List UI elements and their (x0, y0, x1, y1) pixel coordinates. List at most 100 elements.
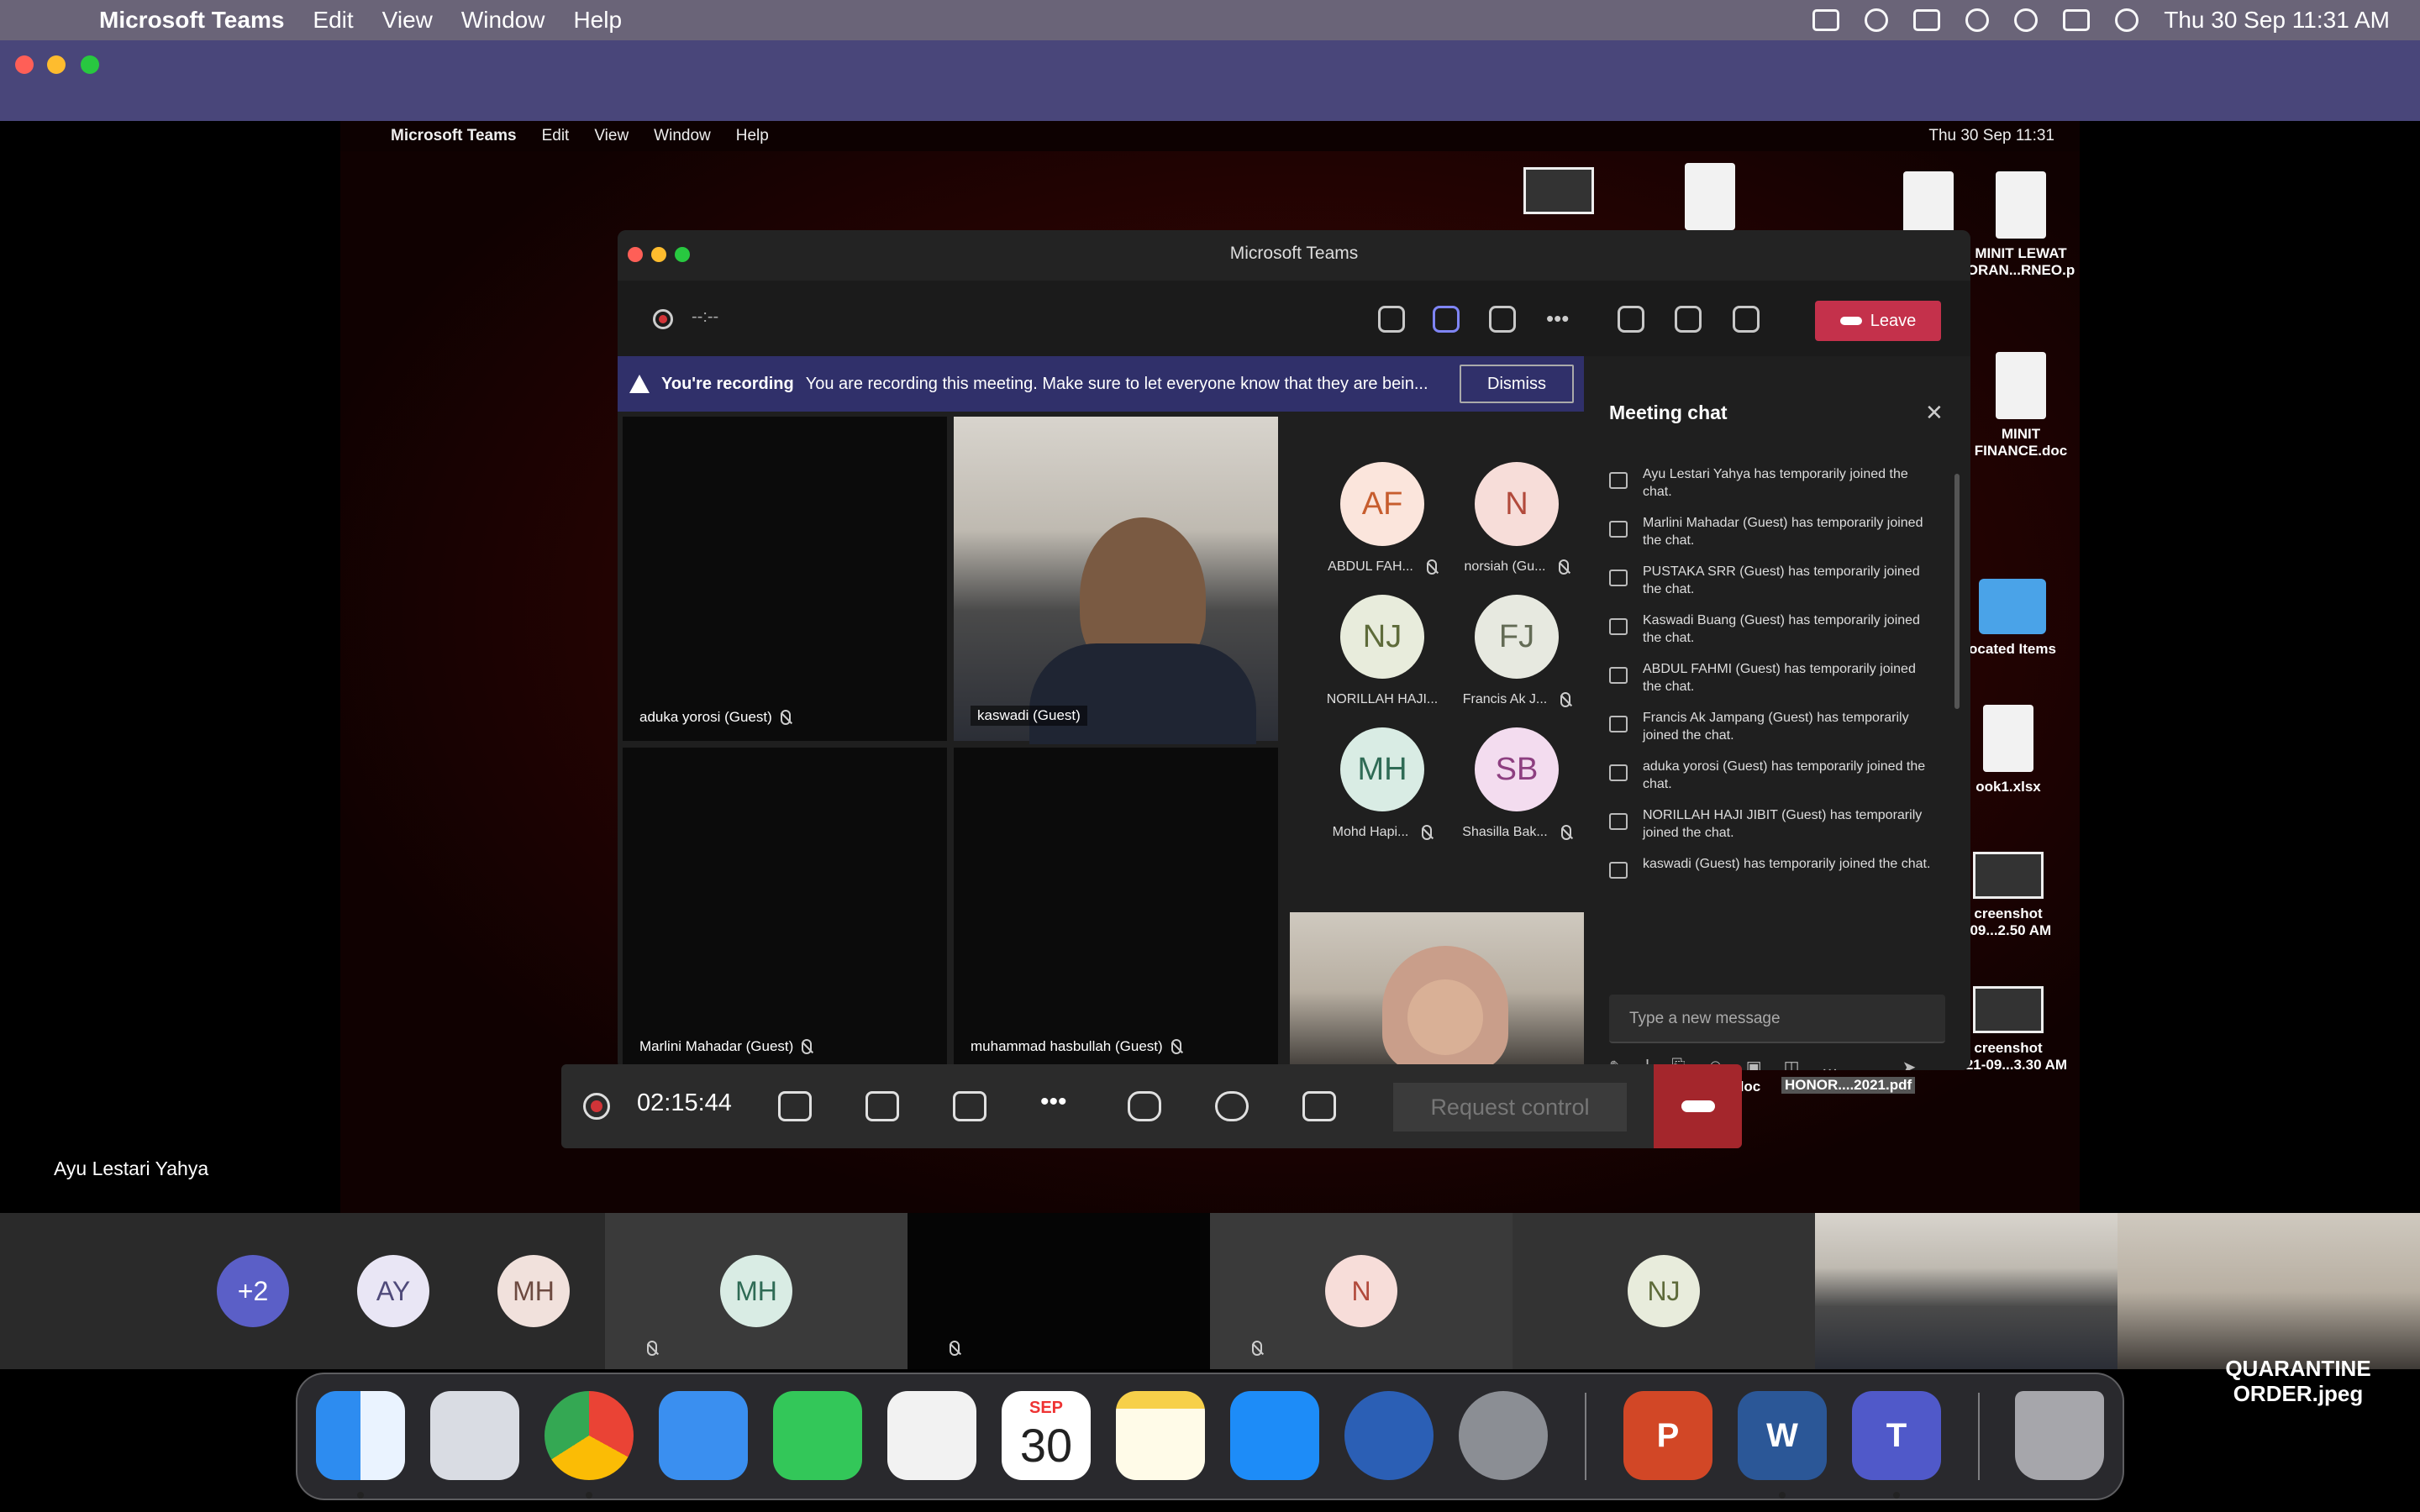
participant-avatar: N (1325, 1255, 1397, 1327)
chat-message-text: Ayu Lestari Yahya has temporarily joined… (1643, 467, 1908, 499)
zoom-window-button[interactable] (81, 55, 99, 74)
dismiss-button: Dismiss (1460, 365, 1574, 403)
chat-message-text: Marlini Mahadar (Guest) has temporarily … (1643, 516, 1923, 548)
recording-banner-title: You're recording (661, 374, 794, 393)
desktop-file-quarantine-order[interactable]: QUARANTINE ORDER.jpeg (2185, 1356, 2412, 1406)
chat-bubble-icon[interactable] (1215, 1091, 1249, 1121)
powerpoint-icon[interactable]: P (1623, 1391, 1712, 1480)
participant-avatar: NJ (1628, 1255, 1700, 1327)
join-chat-icon (1609, 862, 1628, 879)
avatar-circle: AF (1340, 462, 1424, 546)
strip-tile[interactable]: MH (605, 1213, 908, 1369)
participant-video-body (1029, 643, 1256, 744)
chat-system-message: PUSTAKA SRR (Guest) has temporarily join… (1609, 563, 1937, 598)
running-indicator (357, 1492, 364, 1499)
chat-message-list: Ayu Lestari Yahya has temporarily joined… (1609, 465, 1937, 892)
close-window-button[interactable] (15, 55, 34, 74)
menubar-app-name[interactable]: Microsoft Teams (99, 7, 284, 34)
input-source-icon[interactable] (1812, 9, 1840, 31)
more-actions-icon[interactable]: ••• (1040, 1088, 1067, 1116)
strip-video-kaswadi[interactable] (1815, 1213, 2118, 1369)
desktop-file-doc (1643, 163, 1777, 237)
mic-muted-icon (802, 1039, 813, 1054)
avatar-circle: MH (1340, 727, 1424, 811)
hang-up-button[interactable] (1654, 1064, 1742, 1148)
participant-avatar[interactable]: MH (497, 1255, 570, 1327)
facetime-icon[interactable] (773, 1391, 862, 1480)
screen: Microsoft Teams Edit View Window Help Th… (0, 0, 2420, 1512)
camera-off-icon[interactable] (778, 1091, 812, 1121)
finder-icon[interactable] (316, 1391, 405, 1480)
mic-muted-icon (647, 1341, 657, 1356)
chrome-icon[interactable] (544, 1391, 634, 1480)
trash-icon[interactable] (2015, 1391, 2104, 1480)
chat-system-message: aduka yorosi (Guest) has temporarily joi… (1609, 758, 1937, 793)
do-not-disturb-icon[interactable] (1865, 8, 1889, 32)
spotlight-search-icon[interactable] (2014, 8, 2039, 32)
calendar-month: SEP (1028, 1399, 1064, 1417)
shared-app-name: Microsoft Teams (391, 127, 517, 144)
meeting-chat-panel: Meeting chat ✕ Ayu Lestari Yahya has tem… (1584, 356, 1970, 1070)
participant-avatar[interactable]: AY (357, 1255, 429, 1327)
notes-icon[interactable] (1116, 1391, 1205, 1480)
control-center-icon[interactable] (2063, 9, 2091, 31)
dock-separator (1978, 1393, 1980, 1480)
minimize-window-button[interactable] (47, 55, 66, 74)
more-participants-button[interactable]: +2 (217, 1255, 289, 1327)
battery-icon[interactable] (1913, 9, 1941, 31)
strip-tile[interactable]: NJ (1512, 1213, 1815, 1369)
strip-tile[interactable]: N (1210, 1213, 1512, 1369)
mic-muted-icon (1422, 825, 1433, 840)
calendar-icon[interactable]: SEP 30 (1002, 1391, 1091, 1480)
leave-button: Leave (1815, 301, 1941, 341)
siri-icon[interactable] (2115, 8, 2139, 32)
word-icon[interactable]: W (1738, 1391, 1827, 1480)
wifi-icon[interactable] (1965, 8, 1990, 32)
shared-menubar: Microsoft Teams Edit View Window Help Th… (340, 121, 2080, 151)
mic-muted-icon (1252, 1341, 1262, 1356)
leave-label: Leave (1870, 311, 1917, 330)
mic-off-icon[interactable] (865, 1091, 899, 1121)
menu-edit[interactable]: Edit (313, 7, 353, 34)
shared-menu-view: View (594, 127, 629, 144)
chat-system-message: ABDUL FAHMI (Guest) has temporarily join… (1609, 660, 1937, 696)
strip-video-ayu[interactable] (2118, 1213, 2420, 1369)
powerpoint-letter: P (1656, 1416, 1680, 1454)
request-control-button[interactable]: Request control (1393, 1083, 1627, 1131)
system-preferences-icon[interactable] (1459, 1391, 1548, 1480)
chat-message-text: kaswadi (Guest) has temporarily joined t… (1643, 857, 1931, 871)
photos-icon[interactable] (887, 1391, 976, 1480)
participant-avatar: N norsiah (Gu... (1449, 462, 1584, 575)
people-icon[interactable] (1302, 1091, 1336, 1121)
menu-help[interactable]: Help (573, 7, 622, 34)
menu-view[interactable]: View (382, 7, 433, 34)
strip-tile[interactable] (908, 1213, 1210, 1369)
teams-icon[interactable]: T (1852, 1391, 1941, 1480)
call-duration: 02:15:44 (637, 1089, 732, 1116)
mac-menubar: Microsoft Teams Edit View Window Help Th… (0, 0, 2420, 40)
mail-icon[interactable] (659, 1391, 748, 1480)
thunderbird-icon[interactable] (1344, 1391, 1434, 1480)
avatar-circle: FJ (1475, 595, 1559, 679)
chat-message-text: ABDUL FAHMI (Guest) has temporarily join… (1643, 662, 1916, 694)
shared-clock: Thu 30 Sep 11:31 (1928, 127, 2054, 144)
chat-system-message: NORILLAH HAJI JIBIT (Guest) has temporar… (1609, 806, 1937, 842)
running-indicator (1779, 1492, 1786, 1499)
avatar-circle: SB (1475, 727, 1559, 811)
window-titlebar (0, 40, 2420, 121)
gif-icon: ▣ (1745, 1058, 1762, 1070)
launchpad-icon[interactable] (430, 1391, 519, 1480)
join-chat-icon (1609, 667, 1628, 684)
join-chat-icon (1609, 716, 1628, 732)
chat-system-message: Francis Ak Jampang (Guest) has temporari… (1609, 709, 1937, 744)
chat-message-text: aduka yorosi (Guest) has temporarily joi… (1643, 759, 1926, 791)
raise-hand-icon[interactable] (1128, 1091, 1161, 1121)
menu-window[interactable]: Window (461, 7, 545, 34)
close-chat-icon: ✕ (1925, 400, 1944, 425)
share-screen-icon[interactable] (953, 1091, 986, 1121)
recording-banner: You're recording You are recording this … (618, 356, 1584, 412)
chat-system-message: Kaswadi Buang (Guest) has temporarily jo… (1609, 612, 1937, 647)
app-store-icon[interactable] (1230, 1391, 1319, 1480)
menubar-clock[interactable]: Thu 30 Sep 11:31 AM (2164, 7, 2390, 34)
tile-name: Marlini Mahadar (Guest) (639, 1038, 794, 1054)
